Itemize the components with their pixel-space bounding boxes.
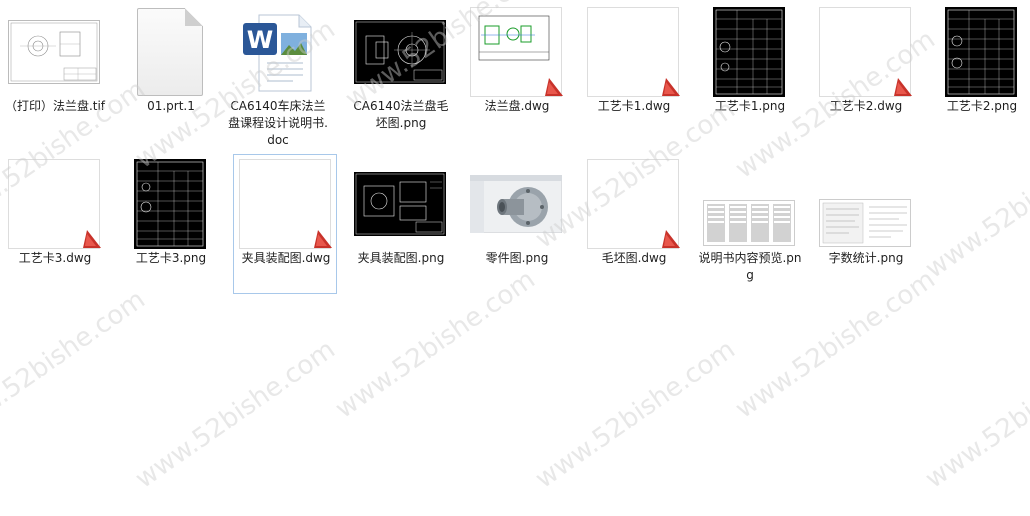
file-name: 01.prt.1 — [147, 99, 195, 113]
file-item[interactable]: 零件图.png — [464, 154, 568, 294]
svg-text:W: W — [247, 26, 273, 54]
file-name: 零件图.png — [485, 251, 549, 265]
dwg-badge-icon — [545, 78, 563, 96]
file-name: 毛坯图.dwg — [601, 251, 667, 265]
file-item[interactable]: 01.prt.1 — [118, 2, 222, 142]
black-table-thumb — [935, 7, 1027, 97]
dwg-icon — [8, 159, 101, 249]
dwg-badge-icon — [83, 230, 101, 248]
file-name: 工艺卡2.dwg — [829, 99, 903, 113]
file-item[interactable]: CA6140法兰盘毛坯图.png — [348, 2, 452, 142]
dwg-badge-icon — [662, 230, 680, 248]
doc-preview-thumb — [703, 197, 795, 249]
3d-part-thumb — [470, 159, 562, 249]
file-name: （打印）法兰盘.tif — [4, 99, 106, 113]
dwg-icon — [587, 7, 680, 97]
watermark-text: www.52bishe.com — [0, 284, 151, 445]
file-name: CA6140车床法兰盘课程设计说明书.doc — [228, 99, 328, 147]
doc-preview-thumb — [819, 197, 911, 249]
file-name: 工艺卡1.png — [714, 99, 786, 113]
black-table-thumb — [703, 7, 795, 97]
dwg-icon — [239, 159, 332, 249]
file-item[interactable]: 说明书内容预览.png — [697, 154, 802, 294]
watermark-text: www.52bishe.com — [920, 334, 1030, 495]
file-explorer-pane: （打印）法兰盘.tif 01.prt.1 W CA6140车床法兰盘课程设计说明… — [0, 0, 1030, 516]
file-item[interactable]: 法兰盘.dwg — [464, 2, 568, 142]
blank-file-icon — [124, 7, 216, 97]
file-name: 说明书内容预览.png — [698, 251, 802, 282]
file-item[interactable]: 工艺卡2.dwg — [813, 2, 917, 142]
file-name: 夹具装配图.png — [357, 251, 445, 265]
dwg-icon — [587, 159, 680, 249]
dwg-icon — [819, 7, 912, 97]
black-table-thumb — [124, 159, 216, 249]
file-item[interactable]: 工艺卡1.png — [697, 2, 801, 142]
file-name: 工艺卡3.png — [135, 251, 207, 265]
file-name: 字数统计.png — [828, 251, 904, 265]
watermark-text: www.52bishe.com — [130, 334, 341, 495]
file-name: 工艺卡1.dwg — [597, 99, 671, 113]
file-item[interactable]: 毛坯图.dwg — [581, 154, 685, 294]
file-item[interactable]: 工艺卡2.png — [929, 2, 1030, 142]
file-name: 夹具装配图.dwg — [241, 251, 331, 265]
file-name: 工艺卡3.dwg — [18, 251, 92, 265]
file-item-selected[interactable]: 夹具装配图.dwg — [233, 154, 337, 294]
dwg-badge-icon — [314, 230, 332, 248]
file-name: CA6140法兰盘毛坯图.png — [353, 99, 449, 130]
watermark-text: www.52bishe.com — [920, 124, 1030, 285]
black-drawing-thumb — [354, 7, 446, 97]
file-item[interactable]: 工艺卡1.dwg — [581, 2, 685, 142]
file-item[interactable]: 工艺卡3.dwg — [2, 154, 106, 294]
file-item[interactable]: 字数统计.png — [813, 154, 917, 294]
file-name: 工艺卡2.png — [946, 99, 1018, 113]
black-drawing-thumb — [354, 159, 446, 249]
file-item[interactable]: W CA6140车床法兰盘课程设计说明书.doc — [225, 2, 329, 147]
dwg-badge-icon — [894, 78, 912, 96]
watermark-text: www.52bishe.com — [530, 334, 741, 495]
tif-drawing-thumb — [8, 7, 100, 97]
file-item[interactable]: （打印）法兰盘.tif — [2, 2, 106, 142]
word-doc-icon: W — [231, 7, 323, 97]
file-name: 法兰盘.dwg — [484, 99, 550, 113]
file-item[interactable]: 工艺卡3.png — [118, 154, 222, 294]
dwg-badge-icon — [662, 78, 680, 96]
dwg-thumb — [470, 7, 563, 97]
file-item[interactable]: 夹具装配图.png — [348, 154, 452, 294]
